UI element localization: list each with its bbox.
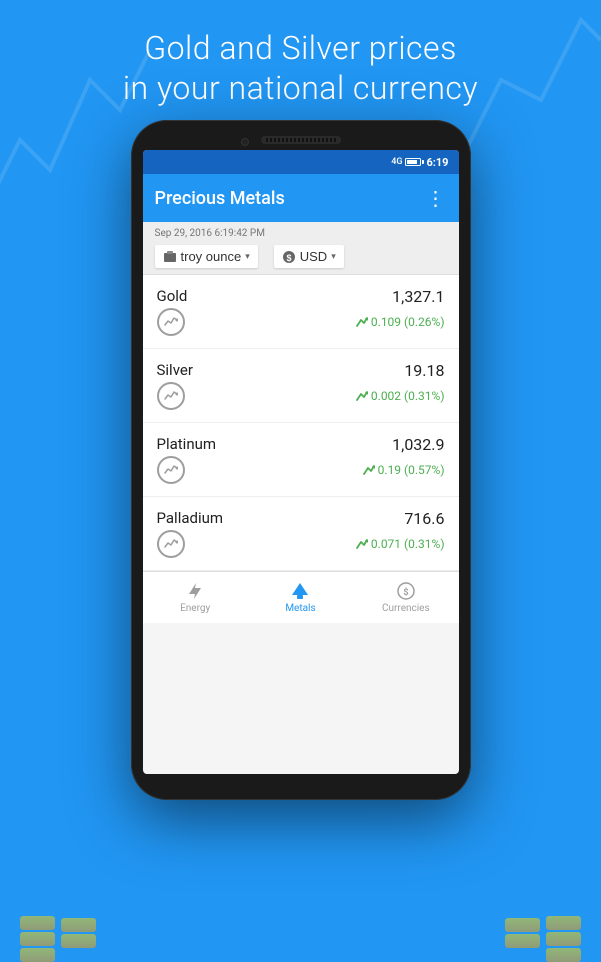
metal-item-gold[interactable]: Gold 1,327.1 0.109 (0.26%) xyxy=(143,275,459,349)
unit-label: troy ounce xyxy=(181,249,242,264)
unit-selector[interactable]: troy ounce ▾ xyxy=(155,245,258,268)
metal-change: 0.109 (0.26%) xyxy=(356,308,445,336)
signal-indicator: 4G xyxy=(391,157,402,167)
chart-circle-icon xyxy=(157,382,185,410)
sparkline-icon xyxy=(164,315,178,329)
metal-name: Silver xyxy=(157,361,348,380)
unit-chevron: ▾ xyxy=(245,251,250,262)
currency-chevron: ▾ xyxy=(331,251,336,262)
more-options-button[interactable]: ⋮ xyxy=(426,186,447,210)
nav-item-energy[interactable]: Energy xyxy=(143,575,248,620)
filter-bar: Sep 29, 2016 6:19:42 PM troy ounce ▾ xyxy=(143,222,459,275)
app-bar: Precious Metals ⋮ xyxy=(143,174,459,222)
metal-name: Gold xyxy=(157,287,348,306)
currencies-icon: $ xyxy=(396,581,416,601)
metal-item-silver[interactable]: Silver 19.18 0.002 (0.31%) xyxy=(143,349,459,423)
weight-icon xyxy=(163,250,177,264)
battery-icon xyxy=(405,158,421,166)
bg-chart-left xyxy=(0,20,150,200)
phone-frame: 4G 6:19 Precious Metals ⋮ Sep 29, 2016 6… xyxy=(131,120,471,740)
chart-circle-icon xyxy=(157,530,185,558)
time-display: 6:19 xyxy=(426,156,448,169)
chart-circle-icon xyxy=(157,308,185,336)
metal-chart-button[interactable] xyxy=(157,308,348,336)
metal-chart-button[interactable] xyxy=(157,382,348,410)
arrow-up-icon xyxy=(356,539,368,549)
status-bar: 4G 6:19 xyxy=(143,150,459,174)
metals-icon xyxy=(290,581,310,601)
metal-change: 0.071 (0.31%) xyxy=(356,530,445,558)
metal-price: 1,032.9 xyxy=(363,435,445,454)
metal-item-palladium[interactable]: Palladium 716.6 0.071 (0.31%) xyxy=(143,497,459,571)
nav-label-energy: Energy xyxy=(180,603,210,614)
bottom-nav: Energy Metals $ Currencies xyxy=(143,571,459,623)
metal-item-platinum[interactable]: Platinum 1,032.9 0.19 (0.57%) xyxy=(143,423,459,497)
metal-chart-button[interactable] xyxy=(157,530,348,558)
energy-icon xyxy=(185,581,205,601)
metal-chart-button[interactable] xyxy=(157,456,355,484)
metal-name: Palladium xyxy=(157,509,348,528)
sparkline-icon xyxy=(164,463,178,477)
metal-price: 716.6 xyxy=(356,509,445,528)
phone-speaker xyxy=(261,136,341,144)
arrow-up-icon xyxy=(363,465,375,475)
metal-change: 0.002 (0.31%) xyxy=(356,382,445,410)
metal-price: 1,327.1 xyxy=(356,287,445,306)
change-value: 0.071 (0.31%) xyxy=(371,537,445,551)
nav-item-currencies[interactable]: $ Currencies xyxy=(353,575,458,620)
currency-icon: $ xyxy=(282,250,296,264)
change-value: 0.19 (0.57%) xyxy=(378,463,445,477)
sparkline-icon xyxy=(164,389,178,403)
phone-camera xyxy=(241,138,249,146)
arrow-up-icon xyxy=(356,391,368,401)
change-value: 0.002 (0.31%) xyxy=(371,389,445,403)
change-value: 0.109 (0.26%) xyxy=(371,315,445,329)
nav-label-metals: Metals xyxy=(285,603,315,614)
currency-selector[interactable]: $ USD ▾ xyxy=(274,245,344,268)
chart-circle-icon xyxy=(157,456,185,484)
app-title: Precious Metals xyxy=(155,188,285,209)
sparkline-icon xyxy=(164,537,178,551)
metal-price: 19.18 xyxy=(356,361,445,380)
gold-bars-left xyxy=(20,916,96,962)
nav-label-currencies: Currencies xyxy=(382,603,430,614)
arrow-up-icon xyxy=(356,317,368,327)
metal-change: 0.19 (0.57%) xyxy=(363,456,445,484)
nav-item-metals[interactable]: Metals xyxy=(248,575,353,620)
currency-label: USD xyxy=(300,249,327,264)
metal-name: Platinum xyxy=(157,435,355,454)
svg-text:$: $ xyxy=(286,253,291,263)
phone-screen: 4G 6:19 Precious Metals ⋮ Sep 29, 2016 6… xyxy=(143,150,459,774)
metals-list: Gold 1,327.1 0.109 (0.26%) Silver 19.18 xyxy=(143,275,459,571)
gold-bars-right xyxy=(505,916,581,962)
svg-text:$: $ xyxy=(403,587,408,598)
filter-date: Sep 29, 2016 6:19:42 PM xyxy=(155,228,447,239)
